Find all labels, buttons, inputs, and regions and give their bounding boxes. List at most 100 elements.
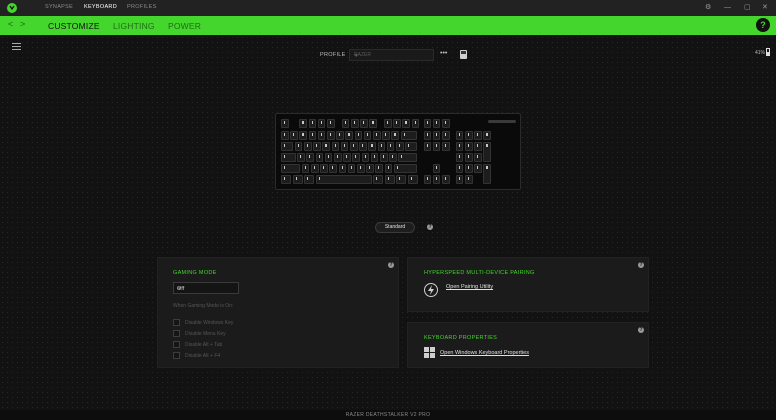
keyboard-key[interactable] — [317, 131, 326, 140]
keyboard-key[interactable] — [310, 164, 319, 173]
pairing-utility-icon[interactable] — [424, 283, 438, 297]
keyboard-key[interactable] — [368, 142, 377, 151]
keyboard-key[interactable] — [423, 131, 432, 140]
keyboard-key[interactable] — [350, 142, 358, 151]
keyboard-key[interactable] — [455, 142, 464, 151]
keyboard-key[interactable] — [384, 175, 395, 184]
keyboard-key[interactable] — [350, 119, 359, 128]
keyboard-key[interactable] — [465, 142, 473, 151]
keyboard-key[interactable] — [442, 142, 450, 151]
keyboard-key[interactable] — [423, 119, 432, 128]
keyboard-key[interactable] — [432, 131, 441, 140]
keyboard-key[interactable] — [281, 164, 301, 173]
keyboard-key[interactable] — [379, 153, 388, 162]
disable-alt-tab-checkbox[interactable] — [173, 341, 180, 348]
tab-power[interactable]: POWER — [168, 21, 201, 31]
tab-profiles[interactable]: PROFILES — [127, 4, 157, 10]
open-pairing-utility-link[interactable]: Open Pairing Utility — [446, 284, 493, 290]
help-button[interactable]: ? — [756, 18, 770, 32]
keyboard-key[interactable] — [432, 175, 441, 184]
keyboard-key[interactable] — [347, 164, 356, 173]
keyboard-key[interactable] — [313, 142, 321, 151]
keyboard-key[interactable] — [407, 175, 418, 184]
keyboard-key[interactable] — [442, 119, 450, 128]
keyboard-key[interactable] — [308, 131, 317, 140]
keyboard-key[interactable] — [294, 142, 303, 151]
minimize-button[interactable]: — — [724, 3, 731, 13]
keyboard-key[interactable] — [369, 119, 377, 128]
keyboard-key[interactable] — [398, 153, 418, 162]
more-options-icon[interactable]: ••• — [440, 50, 447, 57]
keyboard-key[interactable] — [281, 142, 294, 151]
keyboard-key[interactable] — [455, 153, 464, 162]
keyboard-key[interactable] — [483, 142, 492, 162]
keyboard-key[interactable] — [474, 142, 482, 151]
keyboard-key[interactable] — [391, 131, 400, 140]
keyboard-key[interactable] — [306, 153, 314, 162]
keyboard-key[interactable] — [405, 142, 418, 151]
disable-menu-key-checkbox[interactable] — [173, 330, 180, 337]
keyboard-key[interactable] — [432, 142, 441, 151]
menu-icon[interactable] — [12, 43, 21, 50]
keyboard-key[interactable] — [359, 142, 367, 151]
onboard-memory-icon[interactable] — [460, 50, 467, 59]
keyboard-key[interactable] — [483, 131, 492, 140]
keyboard-key[interactable] — [315, 175, 372, 184]
keyboard-key[interactable] — [292, 175, 303, 184]
keyboard-key[interactable] — [324, 153, 333, 162]
keyboard-key[interactable] — [331, 142, 340, 151]
keyboard-key[interactable] — [363, 131, 372, 140]
keyboard-key[interactable] — [396, 142, 404, 151]
keyboard-key[interactable] — [329, 164, 337, 173]
keyboard-key[interactable] — [290, 131, 298, 140]
keyboard-key[interactable] — [356, 164, 365, 173]
keyboard-key[interactable] — [354, 131, 363, 140]
keyboard-key[interactable] — [442, 131, 450, 140]
tab-keyboard[interactable]: KEYBOARD — [84, 4, 117, 10]
profile-select[interactable]: RAZER ▼ — [349, 49, 434, 61]
keyboard-key[interactable] — [345, 131, 354, 140]
keyboard-key[interactable] — [483, 164, 492, 184]
keyboard-key[interactable] — [465, 175, 473, 184]
keyboard-key[interactable] — [308, 119, 317, 128]
keyboard-key[interactable] — [384, 164, 393, 173]
keyboard-key[interactable] — [299, 131, 308, 140]
keyboard-key[interactable] — [343, 153, 351, 162]
keyboard-key[interactable] — [315, 153, 324, 162]
disable-alt-f4-checkbox[interactable] — [173, 352, 180, 359]
keyboard-properties-info-icon[interactable]: ? — [638, 327, 644, 333]
keyboard-key[interactable] — [432, 164, 441, 173]
keyboard-key[interactable] — [338, 164, 347, 173]
keyboard-key[interactable] — [386, 142, 395, 151]
media-roller[interactable] — [488, 120, 516, 123]
keyboard-key[interactable] — [474, 131, 482, 140]
keyboard-key[interactable] — [442, 175, 450, 184]
tab-synapse[interactable]: SYNAPSE — [45, 4, 73, 10]
keyboard-key[interactable] — [396, 175, 406, 184]
keyboard-key[interactable] — [375, 164, 383, 173]
keyboard-key[interactable] — [382, 131, 390, 140]
keyboard-key[interactable] — [336, 131, 344, 140]
keyboard-key[interactable] — [297, 153, 305, 162]
keyboard-key[interactable] — [373, 131, 381, 140]
keyboard-key[interactable] — [341, 119, 350, 128]
keyboard-key[interactable] — [377, 142, 386, 151]
gaming-mode-select[interactable]: Off ▼ — [173, 282, 239, 294]
keyboard-key[interactable] — [455, 164, 464, 173]
keyboard-key[interactable] — [304, 142, 312, 151]
keyboard-key[interactable] — [474, 153, 482, 162]
keyboard-key[interactable] — [320, 164, 328, 173]
standard-mode-button[interactable]: Standard — [375, 222, 415, 233]
keyboard-key[interactable] — [304, 175, 314, 184]
tab-customize[interactable]: CUSTOMIZE — [48, 21, 100, 31]
keyboard-key[interactable] — [389, 153, 397, 162]
keyboard-key[interactable] — [402, 119, 411, 128]
keyboard-key[interactable] — [340, 142, 349, 151]
keyboard-key[interactable] — [281, 175, 291, 184]
keyboard-key[interactable] — [281, 153, 296, 162]
keyboard-key[interactable] — [360, 119, 368, 128]
open-windows-keyboard-properties-link[interactable]: Open Windows Keyboard Properties — [440, 350, 529, 356]
keyboard-key[interactable] — [400, 131, 418, 140]
keyboard-key[interactable] — [432, 119, 441, 128]
forward-arrow-icon[interactable]: > — [20, 19, 25, 29]
